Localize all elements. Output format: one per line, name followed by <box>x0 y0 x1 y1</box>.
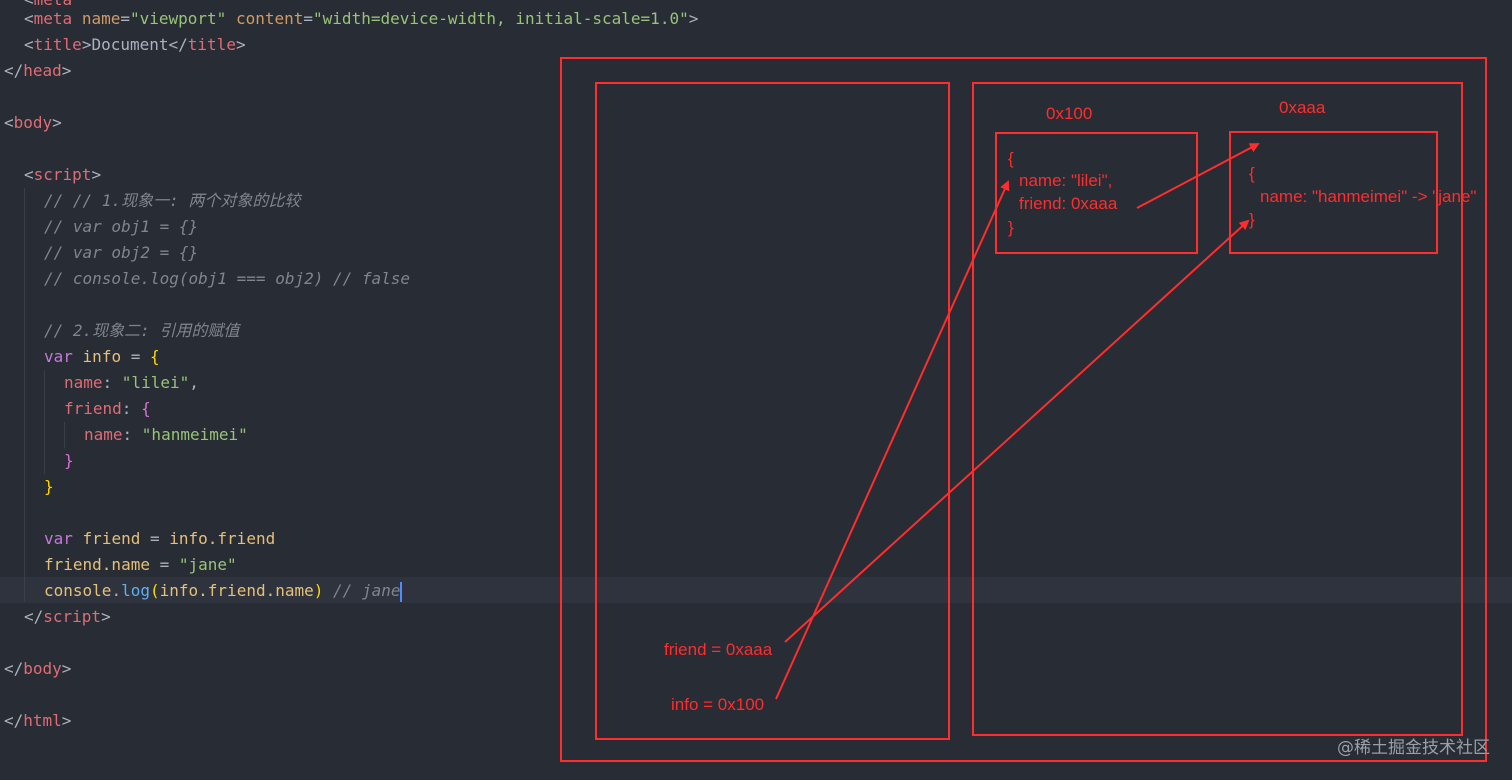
stack-var-friend: friend = 0xaaa <box>664 640 773 659</box>
object-friend-name: name: "hanmeimei" -> "jane" <box>1260 187 1476 206</box>
object-info-name: name: "lilei", <box>1019 171 1112 190</box>
stack-var-info: info = 0x100 <box>671 695 764 714</box>
object-info-open-brace: { <box>1008 149 1014 168</box>
stack-box <box>595 82 950 740</box>
object-info-close-brace: } <box>1008 218 1014 237</box>
arrow-friend-to-friend-object <box>784 219 1250 643</box>
address-label-info: 0x100 <box>1046 104 1092 123</box>
address-label-friend: 0xaaa <box>1279 98 1326 117</box>
object-info-friend: friend: 0xaaa <box>1019 194 1118 213</box>
memory-diagram-annotation: 0x100 0xaaa { name: "lilei", friend: 0xa… <box>560 57 1487 762</box>
watermark: @稀土掘金技术社区 <box>1337 738 1490 758</box>
object-friend-close-brace: } <box>1249 210 1255 229</box>
object-friend-open-brace: { <box>1249 164 1255 183</box>
